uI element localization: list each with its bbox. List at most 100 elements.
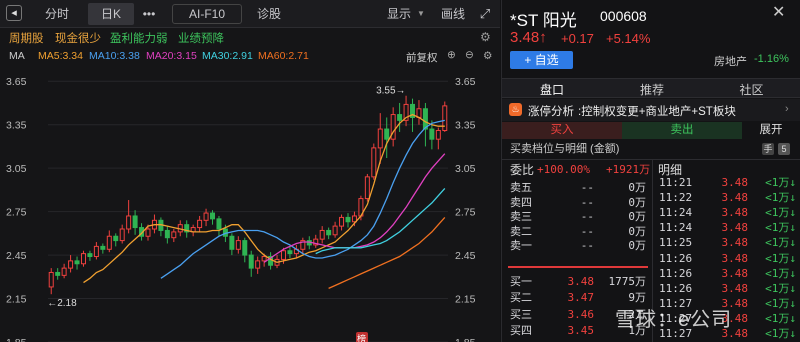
tab-diagnose[interactable]: 诊股 (248, 0, 290, 28)
sector-name[interactable]: 房地产 (714, 53, 747, 69)
chevron-down-icon: ▼ (417, 9, 425, 18)
more-icon[interactable]: ••• (138, 0, 160, 28)
tab-orderbook[interactable]: 盘口 (502, 81, 602, 98)
buy-button[interactable]: 买入 (502, 122, 622, 139)
candle-body (100, 245, 106, 250)
tick-price: 3.48 (721, 221, 749, 235)
candle-body (216, 218, 222, 230)
ma5-value: MA5:3.34 (38, 50, 83, 62)
y-tick-label-left: 3.35 (6, 120, 27, 132)
adjust-mode[interactable]: 前复权 (406, 50, 438, 65)
bid-label: 买四 (510, 324, 532, 337)
tick-price: 3.48 (721, 236, 749, 250)
candle-body (197, 219, 203, 229)
back-arrow-icon[interactable]: ◂ (6, 5, 22, 21)
sell-button[interactable]: 卖出 (622, 122, 742, 139)
candle-body (171, 231, 177, 239)
tick-volume: <1万↓ (765, 327, 796, 340)
tag-cyclical[interactable]: 周期股 (9, 30, 44, 46)
display-button[interactable]: 显示 (384, 0, 414, 28)
tick-volume: <1万↓ (765, 191, 796, 205)
level-count-badge[interactable]: 5 (778, 143, 790, 155)
ask-price: -- (580, 181, 594, 194)
section-tabs: 盘口 推荐 社区 (502, 78, 800, 98)
candle-body (326, 229, 332, 236)
tab-community[interactable]: 社区 (702, 81, 800, 98)
ask-price: -- (580, 239, 594, 253)
tab-daily-k[interactable]: 日K (88, 3, 134, 25)
tab-ai-f10[interactable]: AI-F10 (172, 4, 242, 24)
y-tick-label-left: 2.45 (6, 250, 27, 262)
ratio-label: 委比 (510, 163, 535, 177)
candlestick-chart[interactable]: 3.65 3.65 3.35 3.35 3.05 3.05 2.75 2.75 2.45 2.45… (0, 66, 500, 342)
ma20-value: MA20:3.15 (146, 50, 197, 62)
candle-body (339, 216, 345, 227)
draw-line-button[interactable]: 画线 (438, 0, 468, 28)
ask-label: 卖四 (510, 196, 532, 209)
candle-body (164, 229, 170, 239)
ma60-value: MA60:2.71 (258, 50, 309, 62)
tag-low-cash[interactable]: 现金很少 (55, 30, 101, 46)
tag-weak-profit[interactable]: 盈利能力弱 (110, 30, 168, 46)
candle-body (261, 256, 267, 262)
bid-price: 3.45 (567, 323, 595, 337)
stock-name: *ST 阳光 (510, 11, 577, 30)
bid-label: 买一 (510, 276, 532, 288)
ask-price: -- (580, 195, 594, 209)
y-tick-label-left: 2.15 (6, 294, 27, 306)
quote-header: *ST 阳光 000608 ✕ 3.48↑ +0.17 +5.14% + 自选 … (502, 0, 800, 72)
price-pct: +5.14% (606, 31, 651, 46)
ma30-line (315, 187, 446, 255)
ratio-amt: +1921万 (606, 163, 651, 176)
candle-body (371, 147, 377, 178)
candle-body (55, 271, 61, 276)
ask-label: 卖二 (510, 225, 532, 238)
tick-volume: <1万↓ (765, 206, 796, 220)
zoom-in-icon[interactable]: ⊕ (447, 49, 456, 61)
candle-body (397, 114, 403, 121)
candle-body (68, 260, 74, 269)
tab-minute[interactable]: 分时 (32, 0, 82, 28)
ma-settings-icon[interactable]: ⚙ (483, 50, 492, 62)
tick-price: 3.48 (721, 266, 749, 280)
y-tick-label-right: 3.35 (455, 120, 476, 132)
tick-time: 11:26 (659, 266, 693, 280)
ask-label: 卖三 (510, 211, 532, 224)
tick-time: 11:24 (659, 221, 693, 235)
tab-recommend[interactable]: 推荐 (602, 81, 702, 98)
y-tick-label-left: 1.85 (6, 337, 27, 342)
candle-body (248, 254, 254, 269)
candle-body (48, 271, 54, 288)
ma60-line (328, 216, 446, 289)
limit-up-analysis[interactable]: ♨ 涨停分析 :控制权变更+商业地产+ST板块 › (502, 99, 800, 121)
tick-volume: <1万↓ (765, 281, 796, 295)
tick-time: 11:24 (659, 206, 693, 220)
candle-body (364, 176, 370, 200)
candle-body (287, 250, 293, 255)
candle-body (229, 235, 235, 250)
y-tick-label-right: 3.05 (455, 163, 476, 175)
tick-price: 3.48 (721, 251, 749, 265)
last-price: 3.48↑ (510, 29, 547, 46)
y-tick-label-right: 2.75 (455, 207, 476, 219)
expand-button[interactable]: 展开 (746, 122, 796, 139)
high-annotation: 3.55→ (376, 86, 405, 97)
tag-earnings-drop[interactable]: 业绩预降 (178, 30, 224, 46)
candle-body (80, 253, 86, 265)
news-label: 涨停分析 (528, 106, 574, 118)
fullscreen-icon[interactable]: ⤢ (476, 0, 494, 28)
close-icon[interactable]: ✕ (772, 2, 785, 22)
add-watchlist-button[interactable]: + 自选 (510, 51, 573, 69)
hand-toggle[interactable]: 手 (762, 143, 774, 155)
ask-amount: 0万 (628, 224, 646, 238)
gear-icon[interactable]: ⚙ (480, 30, 491, 44)
tick-price: 3.48 (721, 191, 749, 205)
tick-volume: <1万↓ (765, 296, 796, 310)
ratio-pct: +100.00% (537, 163, 590, 176)
candle-body (210, 212, 216, 220)
tick-volume: <1万↓ (765, 236, 796, 250)
zoom-out-icon[interactable]: ⊖ (465, 49, 474, 61)
bid-price: 3.48 (567, 275, 595, 288)
detail-label: 明细 (658, 163, 683, 177)
y-tick-label-right: 2.45 (455, 250, 476, 262)
